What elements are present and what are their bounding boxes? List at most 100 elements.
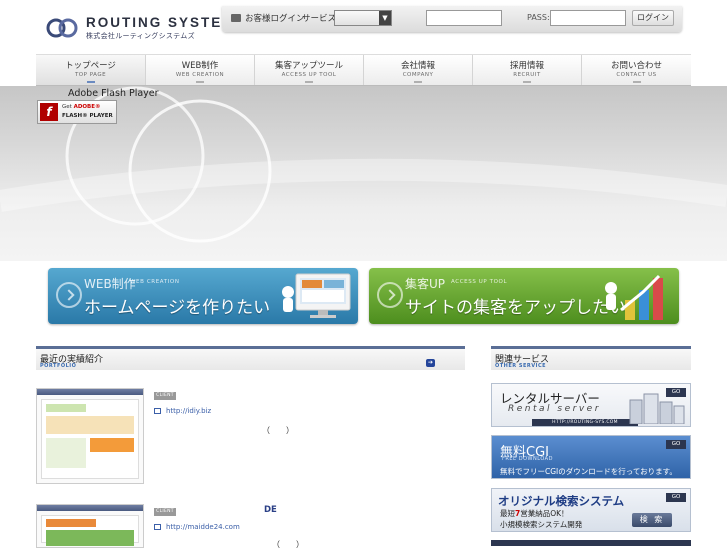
header: ROUTING SYSTEMS 株式会社ルーティングシステムズ お客様ログイン … bbox=[0, 0, 727, 50]
logo-rings-icon bbox=[46, 18, 78, 38]
nav-item-top[interactable]: トップページ TOP PAGE bbox=[36, 55, 146, 85]
service-url: HTTP://ROUTING-SYS.COM bbox=[532, 419, 638, 426]
thumb-block bbox=[46, 519, 96, 527]
go-button[interactable]: GO bbox=[666, 388, 686, 397]
client-badge: CLIENT bbox=[154, 508, 176, 516]
nav-label: 会社情報 bbox=[400, 61, 435, 71]
service-subtitle: Rental server bbox=[508, 404, 601, 414]
hero-flash-area: Adobe Flash Player f Get ADOBE® FLASH® P… bbox=[0, 86, 727, 261]
thumb-block bbox=[46, 416, 134, 434]
portfolio-note: （ ） bbox=[262, 426, 294, 435]
client-badge: CLIENT bbox=[154, 392, 176, 400]
login-button[interactable]: ログイン bbox=[632, 10, 674, 26]
nav-label-en: ACCESS UP TOOL bbox=[281, 72, 337, 78]
flash-player-text: FLASH® PLAYER bbox=[62, 113, 113, 119]
thumbnail-window-bar bbox=[37, 505, 143, 511]
nav-indicator bbox=[196, 81, 204, 83]
chevron-down-icon[interactable]: ▼ bbox=[379, 11, 391, 25]
search-button[interactable]: 検 索 bbox=[632, 513, 672, 527]
nav-item-recruit[interactable]: 採用情報 RECRUIT bbox=[473, 55, 582, 85]
flash-icon: f bbox=[40, 103, 58, 121]
nav-label: お問い合わせ bbox=[610, 61, 662, 71]
nav-item-company[interactable]: 会社情報 COMPANY bbox=[364, 55, 473, 85]
thumbnail-page bbox=[41, 399, 139, 479]
thumb-block bbox=[46, 438, 86, 468]
service-description: 無料でフリーCGIのダウンロードを行っております。 bbox=[500, 467, 677, 476]
flash-adobe-word: ADOBE® bbox=[73, 104, 101, 110]
service-line2: 小規模検索システム開発 bbox=[500, 520, 583, 529]
service-title: オリジナル検索システム bbox=[498, 494, 625, 508]
nav-label-en: WEB CREATION bbox=[175, 72, 225, 78]
portfolio-url[interactable]: http://maidde24.com bbox=[166, 523, 240, 531]
nav-label-en: COMPANY bbox=[402, 72, 434, 78]
other-service-section-header: 関連サービス OTHER SERVICE bbox=[491, 346, 691, 370]
service-subtitle: FREE DOWNLOAD bbox=[502, 456, 553, 462]
go-button[interactable]: GO bbox=[666, 440, 686, 449]
login-bar: お客様ログイン サービス： ▼ PASS: ログイン bbox=[222, 6, 682, 32]
portfolio-extra-text: DE bbox=[264, 505, 277, 515]
growth-chart-illustration-icon bbox=[605, 274, 663, 320]
nav-label-en: RECRUIT bbox=[513, 72, 541, 78]
banner-category: WEB制作 bbox=[84, 277, 136, 291]
nav-indicator bbox=[86, 81, 95, 83]
service-line1: 最短7営業納品OK！ bbox=[500, 508, 569, 519]
password-input[interactable] bbox=[550, 10, 626, 26]
free-cgi-banner[interactable]: 無料CGI FREE DOWNLOAD 無料でフリーCGIのダウンロードを行って… bbox=[491, 435, 691, 479]
next-service-banner[interactable] bbox=[491, 540, 691, 546]
nav-label: 採用情報 bbox=[509, 61, 544, 71]
go-button[interactable]: GO bbox=[666, 493, 686, 502]
nav-indicator bbox=[305, 81, 313, 83]
nav-item-access-up-tool[interactable]: 集客アップツール ACCESS UP TOOL bbox=[255, 55, 364, 85]
thumb-block bbox=[46, 530, 134, 546]
banner-headline: ホームページを作りたい bbox=[84, 298, 271, 318]
search-system-banner[interactable]: オリジナル検索システム 最短7営業納品OK！ 小規模検索システム開発 検 索 G… bbox=[491, 488, 691, 532]
flash-get-text: Get ADOBE® bbox=[62, 104, 101, 110]
service-select[interactable]: ▼ bbox=[334, 10, 392, 26]
thumbnail-page bbox=[41, 515, 139, 546]
section-title-en: PORTFOLIO bbox=[40, 363, 77, 369]
arrow-circle-icon bbox=[377, 282, 403, 308]
banner-category-en: ACCESS UP TOOL bbox=[451, 279, 508, 285]
line1-pre: 最短 bbox=[500, 509, 515, 518]
portfolio-thumbnail[interactable] bbox=[36, 388, 144, 484]
pass-label: PASS: bbox=[527, 13, 550, 22]
login-label: お客様ログイン bbox=[245, 14, 305, 24]
portfolio-link[interactable]: http://idiy.biz bbox=[154, 407, 211, 415]
thumb-block bbox=[46, 404, 86, 412]
arrow-right-icon[interactable]: ➔ bbox=[426, 359, 435, 367]
nav-indicator bbox=[414, 81, 422, 83]
nav-indicator bbox=[632, 81, 641, 83]
arrow-circle-icon bbox=[56, 282, 82, 308]
web-creation-banner[interactable]: WEB制作 WEB CREATION ホームページを作りたい bbox=[48, 268, 358, 324]
line1-post: 営業納品OK！ bbox=[520, 509, 569, 518]
portfolio-thumbnail[interactable] bbox=[36, 504, 144, 548]
banner-category: 集客UP bbox=[405, 277, 446, 291]
nav-label: WEB制作 bbox=[181, 61, 219, 71]
portfolio-url[interactable]: http://idiy.biz bbox=[166, 407, 211, 415]
external-link-icon bbox=[154, 408, 161, 414]
nav-indicator bbox=[523, 81, 531, 83]
monitor-illustration-icon bbox=[282, 273, 351, 318]
login-icon bbox=[231, 14, 241, 22]
external-link-icon bbox=[154, 524, 161, 530]
nav-label-en: CONTACT US bbox=[616, 72, 657, 78]
thumb-block bbox=[90, 438, 134, 452]
nav-item-contact[interactable]: お問い合わせ CONTACT US bbox=[582, 55, 691, 85]
nav-label: 集客アップツール bbox=[274, 61, 343, 71]
main-nav: トップページ TOP PAGE WEB制作 WEB CREATION 集客アップ… bbox=[36, 54, 691, 86]
banner-headline: サイトの集客をアップしたい bbox=[405, 298, 626, 318]
access-up-banner[interactable]: 集客UP ACCESS UP TOOL サイトの集客をアップしたい bbox=[369, 268, 679, 324]
section-title-en: OTHER SERVICE bbox=[495, 363, 547, 369]
logo-subtitle: 株式会社ルーティングシステムズ bbox=[86, 32, 195, 40]
banner-category-en: WEB CREATION bbox=[130, 279, 180, 285]
portfolio-section-header: 最近の実績紹介 PORTFOLIO ➔ bbox=[36, 346, 465, 370]
portfolio-link[interactable]: http://maidde24.com bbox=[154, 523, 240, 531]
rental-server-banner[interactable]: レンタルサーバー Rental server HTTP://ROUTING-SY… bbox=[491, 383, 691, 427]
thumbnail-window-bar bbox=[37, 389, 143, 395]
nav-label-en: TOP PAGE bbox=[74, 72, 107, 78]
get-flash-player-button[interactable]: f Get ADOBE® FLASH® PLAYER bbox=[37, 100, 117, 124]
nav-item-web-creation[interactable]: WEB制作 WEB CREATION bbox=[146, 55, 255, 85]
login-id-input[interactable] bbox=[426, 10, 502, 26]
flash-get-word: Get bbox=[62, 104, 72, 110]
nav-label: トップページ bbox=[65, 61, 116, 71]
